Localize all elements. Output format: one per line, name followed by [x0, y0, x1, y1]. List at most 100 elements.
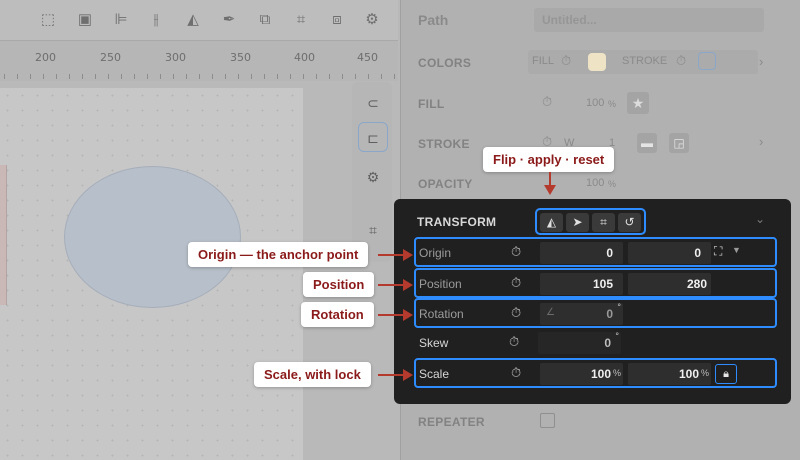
star-icon[interactable]: ★ [627, 92, 649, 114]
ruler-label: 250 [100, 51, 121, 64]
align-center-icon[interactable]: ⫲ [146, 10, 166, 30]
chevron-down-icon[interactable]: ⌄ [755, 212, 765, 226]
ruler-tick [56, 74, 57, 79]
crop-icon[interactable]: ⌗ [291, 10, 311, 30]
transform-actions: ◭ ➤ ⌗ ↺ [535, 208, 646, 235]
flip-icon[interactable]: ◭ [540, 213, 563, 232]
rotation-field[interactable]: ∠ 0 ° [540, 302, 623, 325]
caret-down-icon[interactable]: ▼ [732, 245, 741, 255]
artboard-icon[interactable]: ⌗ [358, 215, 388, 245]
ruler-tick [381, 74, 382, 79]
reset-icon[interactable]: ↺ [618, 213, 641, 232]
path-name-field[interactable]: Untitled... [534, 8, 764, 32]
origin-y-value: 0 [694, 246, 701, 260]
copy-icon[interactable]: ⧉ [255, 10, 275, 30]
stopwatch-icon[interactable]: ⏱ [509, 334, 519, 350]
fill-opacity-value[interactable]: 100 [586, 97, 604, 109]
ruler-tick [95, 74, 96, 79]
fill-color-swatch[interactable] [588, 53, 606, 71]
lock-icon[interactable]: 🔒︎ [715, 364, 737, 384]
callout-arrow [378, 374, 404, 376]
ruler-tick [212, 74, 213, 79]
scale-label: Scale [419, 367, 450, 381]
callout-rotation: Rotation [301, 302, 374, 327]
ruler-tick [251, 74, 252, 79]
fill-label: FILL [418, 97, 445, 111]
skew-value: 0 [604, 336, 611, 350]
stroke-color-swatch[interactable] [698, 52, 716, 70]
magnet-icon[interactable]: ⊂ [358, 88, 388, 118]
scale-x-field[interactable]: 100 % [540, 363, 623, 385]
colors-label: COLORS [418, 56, 472, 70]
origin-row: Origin ⏱ 0 0 ⛶ ▼ [414, 237, 777, 267]
callout-arrow-head [403, 249, 413, 261]
position-y-field[interactable]: 280 [628, 273, 711, 295]
align-left-icon[interactable]: ⊫ [111, 10, 131, 30]
repeater-checkbox[interactable] [540, 413, 555, 428]
degree-unit: ° [615, 331, 619, 341]
stroke-join-icon[interactable]: ◲ [669, 133, 689, 153]
percent-unit: % [700, 368, 709, 378]
chevron-right-icon[interactable]: › [759, 134, 763, 149]
ruler-tick [342, 74, 343, 79]
select-icon[interactable]: ⬚ [38, 10, 58, 30]
ruler-tick [82, 74, 83, 79]
stack-icon[interactable]: ▣ [75, 10, 95, 30]
origin-x-field[interactable]: 0 [540, 242, 623, 264]
top-toolbar: ⬚ ▣ ⊫ ⫲ ◭ ✒ ⧉ ⌗ ⧈ ⚙ [0, 0, 398, 41]
stroke-cap-icon[interactable]: ▬ [637, 133, 657, 153]
transform-section: TRANSFORM ⌄ ◭ ➤ ⌗ ↺ Origin ⏱ 0 0 ⛶ ▼ Pos… [394, 199, 791, 404]
callout-scale: Scale, with lock [254, 362, 371, 387]
skew-field[interactable]: 0 ° [538, 331, 621, 354]
ruler-tick [108, 74, 109, 79]
opacity-label: OPACITY [418, 177, 473, 191]
flip-icon[interactable]: ◭ [183, 10, 203, 30]
gear-icon[interactable]: ⚙ [362, 10, 382, 30]
ellipse-shape[interactable] [64, 166, 241, 308]
apply-icon[interactable]: ➤ [566, 213, 589, 232]
crop-apply-icon[interactable]: ⌗ [592, 213, 615, 232]
stopwatch-icon[interactable]: ⏱ [511, 244, 521, 260]
ruler-tick [316, 74, 317, 79]
side-toolbar: ⊂ ⊏ ⚙ ⌗ [352, 82, 392, 262]
ruler-tick [303, 74, 304, 79]
position-x-field[interactable]: 105 [540, 273, 623, 295]
ruler-tick [147, 74, 148, 79]
timer-icon[interactable]: ⏱ [561, 53, 571, 69]
percent-unit: % [608, 99, 617, 109]
ruler-label: 300 [165, 51, 186, 64]
callout-arrow [549, 172, 551, 186]
callout-arrow-head [403, 369, 413, 381]
opacity-value[interactable]: 100 [586, 177, 604, 189]
ruler-tick [290, 74, 291, 79]
stopwatch-icon[interactable]: ⏱ [511, 305, 521, 321]
callout-origin: Origin — the anchor point [188, 242, 369, 267]
boolean-icon[interactable]: ⧈ [327, 10, 347, 30]
ruler-tick [264, 74, 265, 79]
ruler-label: 350 [230, 51, 251, 64]
scale-y-value: 100 [678, 367, 699, 381]
origin-y-field[interactable]: 0 [628, 242, 711, 264]
ruler-tick [368, 74, 369, 79]
stopwatch-icon[interactable]: ⏱ [511, 365, 521, 381]
ruler-tick [69, 74, 70, 79]
snap-grid-icon[interactable]: ⊏ [358, 122, 388, 152]
settings-icon[interactable]: ⚙ [358, 162, 388, 192]
ruler-tick [134, 74, 135, 79]
origin-picker-icon[interactable]: ⛶ [714, 244, 722, 259]
rotation-row: Rotation ⏱ ∠ 0 ° [414, 298, 777, 328]
timer-icon[interactable]: ⏱ [676, 53, 686, 69]
ruler-tick [199, 74, 200, 79]
callout-position: Position [303, 272, 375, 297]
stopwatch-icon[interactable]: ⏱ [511, 275, 521, 291]
chevron-right-icon[interactable]: › [759, 54, 763, 69]
degree-unit: ° [617, 302, 621, 312]
scale-y-field[interactable]: 100 % [628, 363, 711, 385]
panel-title: Path [418, 12, 449, 28]
callout-arrow-head [403, 309, 413, 321]
timer-icon[interactable]: ⏱ [542, 94, 552, 110]
pen-icon[interactable]: ✒ [219, 10, 239, 30]
ruler-tick [121, 74, 122, 79]
rectangle-shape[interactable] [0, 165, 7, 305]
scale-row: Scale ⏱ 100 % 100 % 🔒︎ [414, 358, 777, 388]
